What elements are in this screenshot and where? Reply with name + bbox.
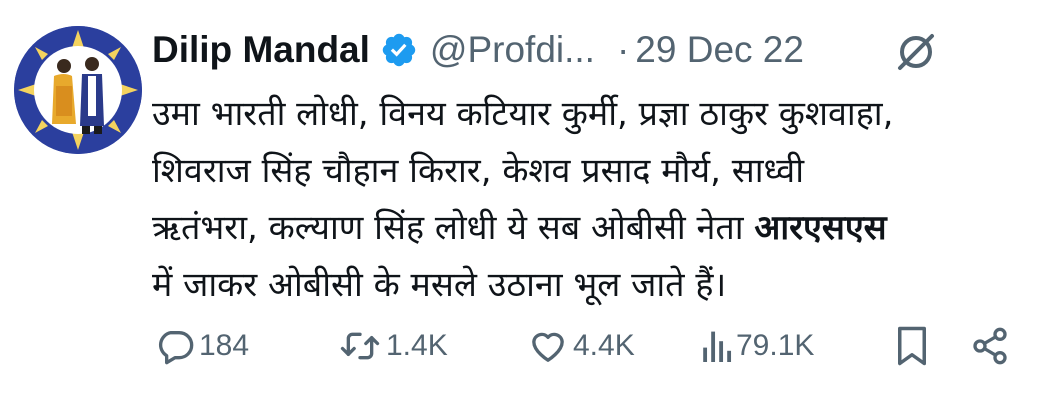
avatar[interactable] <box>14 26 142 154</box>
author-name[interactable]: Dilip Mandal <box>152 29 370 71</box>
reply-count: 184 <box>199 329 250 362</box>
views-count: 79.1K <box>736 329 815 362</box>
author-handle[interactable]: @Profdi... <box>430 29 595 71</box>
views-icon <box>700 326 732 366</box>
retweet-count: 1.4K <box>386 329 448 362</box>
tweet-date[interactable]: 29 Dec 22 <box>635 29 804 71</box>
retweet-button[interactable]: 1.4K <box>338 318 448 374</box>
retweet-icon <box>338 326 382 366</box>
tweet-line: उमा भारती लोधी, विनय कटियार कुर्मी, प्रज… <box>152 94 894 134</box>
bookmark-button[interactable] <box>894 318 930 374</box>
edited-icon[interactable] <box>892 28 940 76</box>
tweet-bold-word: आरएसएस <box>754 208 887 248</box>
like-button[interactable]: 4.4K <box>527 318 635 374</box>
bookmark-icon <box>894 325 930 367</box>
avatar-image <box>14 26 142 154</box>
share-icon <box>970 326 1010 366</box>
separator-dot: · <box>616 29 630 70</box>
reply-button[interactable]: 184 <box>155 318 249 374</box>
tweet-text: उमा भारती लोधी, विनय कटियार कुर्मी, प्रज… <box>152 86 1042 314</box>
tweet-line-text: ऋतंभरा, कल्याण सिंह लोधी ये सब ओबीसी नेत… <box>152 208 755 248</box>
verified-badge-icon <box>380 31 418 69</box>
tweet-line: शिवराज सिंह चौहान किरार, केशव प्रसाद मौर… <box>152 151 805 191</box>
tweet-line: में जाकर ओबीसी के मसले उठाना भूल जाते है… <box>152 265 727 305</box>
tweet-header: Dilip Mandal @Profdi... · 29 Dec 22 <box>152 20 804 80</box>
reply-icon <box>155 326 195 366</box>
tweet-line: ऋतंभरा, कल्याण सिंह लोधी ये सब ओबीसी नेत… <box>152 200 1042 257</box>
views-button[interactable]: 79.1K <box>700 318 814 374</box>
action-bar: 184 1.4K 4.4K 79.1K <box>0 318 1060 374</box>
share-button[interactable] <box>970 318 1010 374</box>
like-count: 4.4K <box>573 329 635 362</box>
heart-icon <box>527 326 569 366</box>
